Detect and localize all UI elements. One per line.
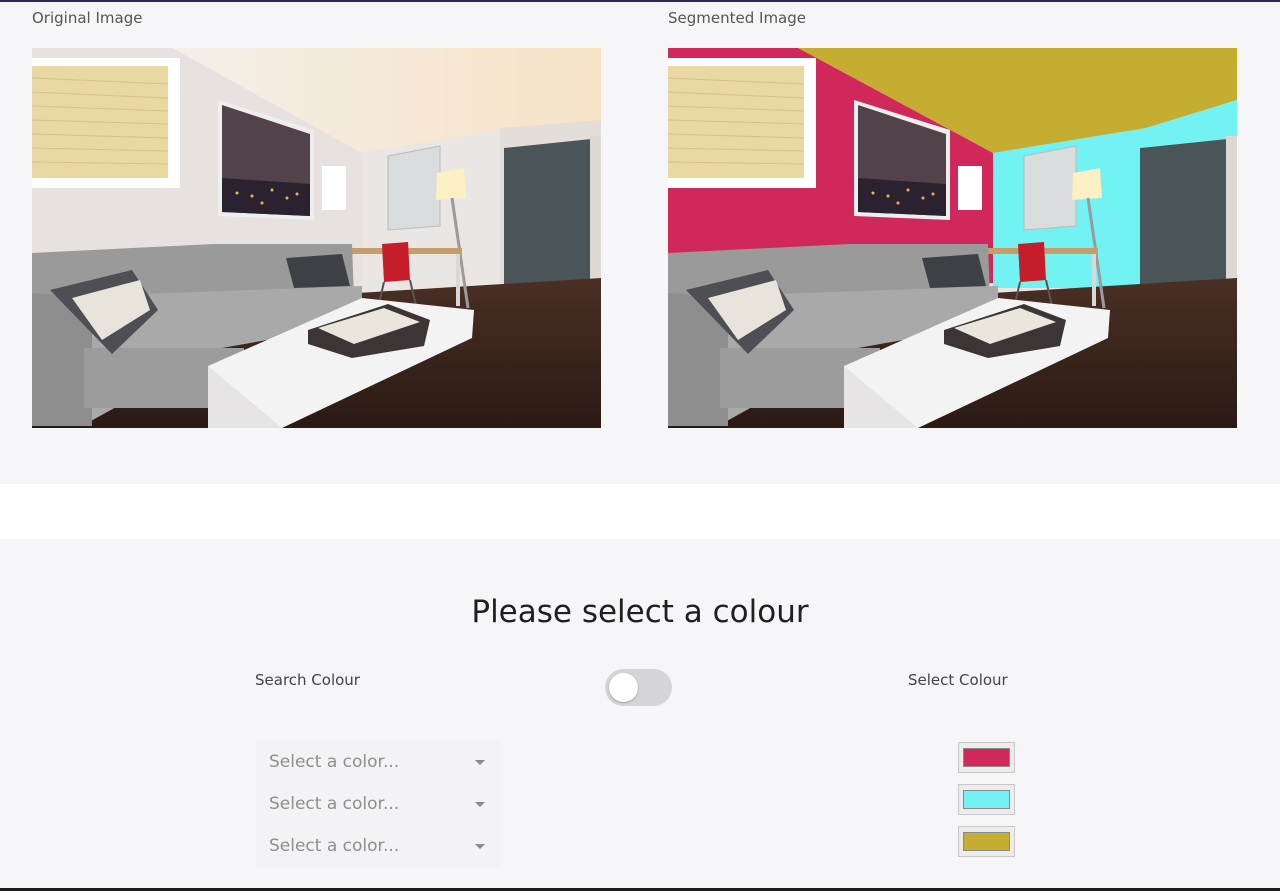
chevron-down-icon <box>475 760 485 765</box>
colour-selection-section: Please select a colour Search Colour Sel… <box>0 539 1280 888</box>
colour-swatch-3-fill <box>963 832 1010 851</box>
colour-select-3-placeholder: Select a color... <box>269 836 400 856</box>
colour-swatch-2-fill <box>963 790 1010 809</box>
search-colour-label: Search Colour <box>255 671 360 689</box>
section-divider <box>0 484 1280 539</box>
colour-swatch-1[interactable] <box>958 742 1015 773</box>
colour-select-2[interactable]: Select a color... <box>256 784 501 824</box>
segmented-image-caption: Segmented Image <box>668 9 806 27</box>
select-colour-label: Select Colour <box>908 671 1008 689</box>
colour-title: Please select a colour <box>471 594 809 630</box>
original-image-caption: Original Image <box>32 9 143 27</box>
colour-select-3[interactable]: Select a color... <box>256 826 501 866</box>
colour-select-1-placeholder: Select a color... <box>269 752 400 772</box>
original-image <box>32 48 601 428</box>
image-comparison-section: Original Image Segmented Image <box>0 2 1280 484</box>
search-mode-toggle[interactable] <box>605 669 672 706</box>
colour-select-2-placeholder: Select a color... <box>269 794 400 814</box>
colour-swatch-2[interactable] <box>958 784 1015 815</box>
chevron-down-icon <box>475 802 485 807</box>
colour-select-group: Select a color... Select a color... Sele… <box>256 740 501 868</box>
colour-swatch-1-fill <box>963 748 1010 767</box>
toggle-knob <box>609 673 638 702</box>
colour-swatch-3[interactable] <box>958 826 1015 857</box>
chevron-down-icon <box>475 844 485 849</box>
colour-select-1[interactable]: Select a color... <box>256 742 501 782</box>
segmented-image <box>668 48 1237 428</box>
